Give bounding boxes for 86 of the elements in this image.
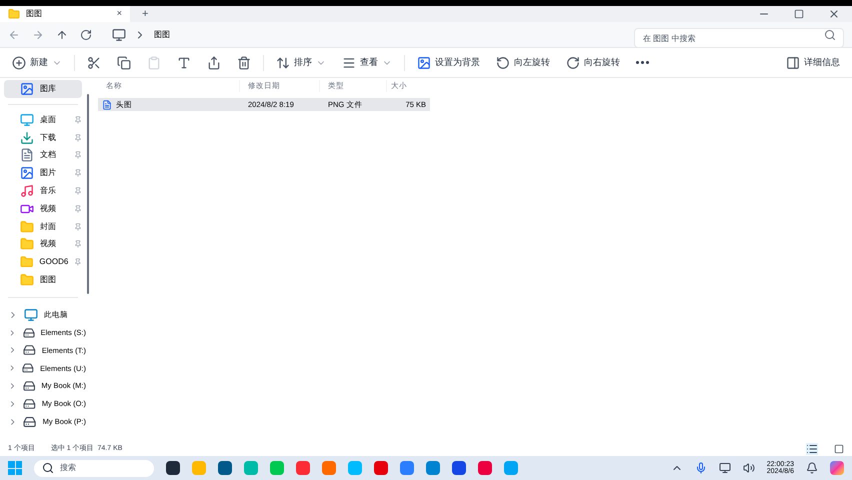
folder-icon: [20, 220, 34, 234]
sidebar-item[interactable]: 音乐: [0, 182, 86, 200]
folder-icon: [20, 255, 34, 270]
rotate-right-button[interactable]: 向右旋转: [558, 48, 628, 76]
details-button[interactable]: 详细信息: [778, 48, 848, 76]
picture-icon: [20, 166, 34, 180]
maximize-icon[interactable]: [794, 9, 804, 19]
computer-icon: [112, 28, 126, 42]
search-icon: [824, 28, 836, 40]
sidebar-item[interactable]: 下载: [0, 128, 86, 147]
document-icon: [20, 148, 34, 162]
plus-icon: [12, 56, 26, 70]
pin-icon: [74, 204, 82, 213]
view-icon: [342, 56, 356, 70]
pin-icon: [74, 240, 82, 248]
expand-icon: [8, 381, 17, 392]
sort-icon: [276, 56, 290, 70]
cut-icon: [87, 56, 101, 70]
window-tab[interactable]: 图图 ×: [0, 6, 130, 22]
music-icon: [20, 184, 34, 198]
delete-icon: [237, 56, 251, 70]
drive-icon: [23, 414, 37, 429]
computer-icon: [24, 308, 38, 322]
file-icon: [102, 100, 112, 110]
details-pane-icon: [786, 56, 800, 70]
sidebar-item[interactable]: 视频: [0, 200, 86, 218]
set-background-button[interactable]: 设置为背景: [409, 48, 488, 76]
drive-icon: [23, 343, 36, 358]
paste-icon: [147, 56, 161, 70]
folder-icon: [20, 273, 34, 288]
search-field[interactable]: 在 图图 中搜索: [634, 28, 844, 48]
rename-icon: [177, 56, 191, 70]
details-view-icon[interactable]: [806, 443, 818, 455]
up-icon[interactable]: [56, 28, 68, 40]
app-icon[interactable]: [166, 461, 180, 475]
pin-icon: [74, 187, 82, 196]
taskbar-search-field[interactable]: 搜索: [34, 460, 154, 476]
rotate-right-icon: [566, 56, 580, 70]
sidebar-item[interactable]: 封面: [0, 218, 86, 236]
pin-icon: [74, 116, 82, 124]
drive-icon: [22, 361, 34, 376]
sort-button[interactable]: 排序: [268, 48, 334, 76]
sidebar-item[interactable]: 桌面: [0, 111, 86, 129]
rotate-left-icon: [496, 56, 510, 70]
download-icon: [20, 130, 34, 145]
app-icon[interactable]: [452, 461, 466, 475]
picture-icon: [20, 82, 34, 96]
pin-icon: [74, 222, 82, 231]
scrollbar-thumb[interactable]: [87, 94, 89, 294]
sidebar-item[interactable]: 视频: [0, 236, 86, 254]
sidebar-item[interactable]: 文档: [0, 146, 86, 164]
share-icon: [207, 56, 221, 70]
search-icon: [42, 462, 54, 474]
sidebar-item[interactable]: 图片: [0, 164, 86, 182]
refresh-icon[interactable]: [80, 28, 92, 40]
sidebar-item[interactable]: GOOD6: [0, 253, 86, 272]
bell-icon[interactable]: [806, 462, 818, 474]
close-icon[interactable]: [828, 8, 840, 20]
drive-icon: [23, 396, 36, 411]
sidebar-item[interactable]: 图图: [0, 271, 86, 289]
pin-icon: [74, 258, 82, 266]
sidebar-item[interactable]: 图库: [4, 80, 82, 98]
expand-icon: [8, 363, 16, 374]
view-button[interactable]: 查看: [334, 48, 400, 76]
desktop-icon: [20, 112, 34, 127]
volume-icon[interactable]: [742, 462, 755, 474]
start-icon[interactable]: [8, 461, 22, 475]
rotate-left-button[interactable]: 向左旋转: [488, 48, 558, 76]
folder-icon: [20, 237, 34, 252]
tab-title: 图图: [26, 8, 43, 20]
pin-icon: [74, 134, 82, 142]
drive-icon: [22, 379, 36, 394]
copy-icon: [117, 56, 131, 70]
folder-icon: [8, 8, 20, 20]
breadcrumb-item[interactable]: 图图: [154, 28, 170, 40]
more-icon: [636, 61, 649, 64]
pin-icon: [74, 169, 82, 178]
drive-icon: [22, 326, 35, 340]
new-tab-button[interactable]: +: [130, 6, 160, 22]
picture-icon: [417, 56, 431, 70]
pin-icon: [74, 151, 82, 160]
microphone-icon[interactable]: [694, 462, 707, 474]
tiles-view-icon[interactable]: [834, 444, 844, 454]
tab-close-button[interactable]: ×: [112, 7, 126, 21]
app-icon[interactable]: [218, 461, 232, 475]
new-button[interactable]: 新建: [4, 48, 70, 76]
